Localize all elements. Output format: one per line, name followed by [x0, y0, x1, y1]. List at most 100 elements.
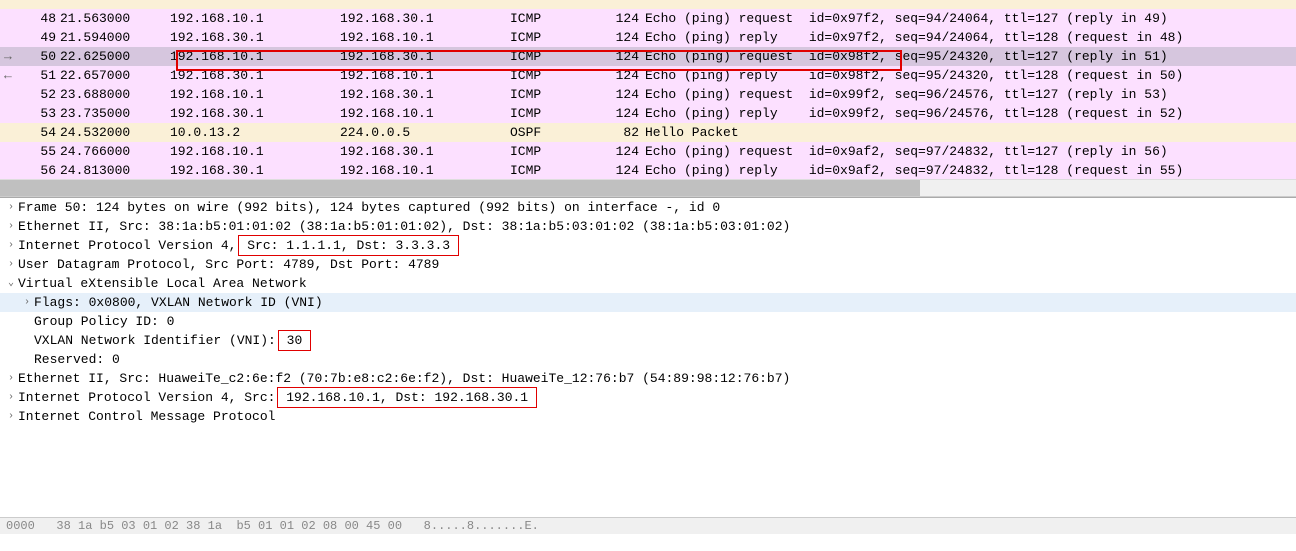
chevron-right-icon[interactable]: › — [4, 388, 18, 407]
packet-arrow — [0, 9, 28, 28]
packet-source: 192.168.10.1 — [170, 85, 340, 104]
packet-length: 124 — [605, 104, 645, 123]
chevron-right-icon[interactable]: › — [4, 198, 18, 217]
packet-no: 54 — [28, 123, 60, 142]
packet-list-hscroll[interactable] — [0, 179, 1296, 196]
packet-destination: 192.168.10.1 — [340, 28, 510, 47]
packet-time: 23.688000 — [60, 85, 170, 104]
packet-arrow — [0, 161, 28, 180]
detail-icmp[interactable]: ›Internet Control Message Protocol — [0, 407, 1296, 426]
packet-length: 82 — [605, 123, 645, 142]
packet-time: 22.625000 — [60, 47, 170, 66]
packet-time: 24.532000 — [60, 123, 170, 142]
packet-row[interactable]: 5424.53200010.0.13.2224.0.0.5OSPF82Hello… — [0, 123, 1296, 142]
packet-source: 192.168.10.1 — [170, 142, 340, 161]
packet-protocol: ICMP — [510, 66, 605, 85]
detail-vxlan[interactable]: ⌄Virtual eXtensible Local Area Network — [0, 274, 1296, 293]
packet-no: 51 — [28, 66, 60, 85]
scrollbar-thumb[interactable] — [0, 180, 920, 196]
packet-no: 50 — [28, 47, 60, 66]
packet-source: 192.168.30.1 — [170, 161, 340, 180]
packet-no: 49 — [28, 28, 60, 47]
packet-protocol: ICMP — [510, 28, 605, 47]
packet-no: 52 — [28, 85, 60, 104]
packet-destination: 192.168.30.1 — [340, 47, 510, 66]
chevron-right-icon[interactable]: › — [4, 236, 18, 255]
chevron-right-icon[interactable]: › — [4, 369, 18, 388]
packet-row[interactable]: 4921.594000192.168.30.1192.168.10.1ICMP1… — [0, 28, 1296, 47]
packet-row[interactable]: 5624.813000192.168.30.1192.168.10.1ICMP1… — [0, 161, 1296, 180]
packet-info: Echo (ping) request id=0x99f2, seq=96/24… — [645, 85, 1296, 104]
detail-vxlan-vni[interactable]: VXLAN Network Identifier (VNI): 30 — [0, 331, 1296, 350]
packet-row[interactable]: 5524.766000192.168.10.1192.168.30.1ICMP1… — [0, 142, 1296, 161]
packet-length: 124 — [605, 142, 645, 161]
packet-destination: 192.168.30.1 — [340, 9, 510, 28]
packet-protocol: OSPF — [510, 123, 605, 142]
packet-destination: 192.168.30.1 — [340, 85, 510, 104]
packet-length: 124 — [605, 66, 645, 85]
packet-destination: 192.168.10.1 — [340, 66, 510, 85]
packet-arrow: → — [0, 47, 28, 66]
packet-destination: 192.168.10.1 — [340, 104, 510, 123]
hex-dump-bar: 0000 38 1a b5 03 01 02 38 1a b5 01 01 02… — [0, 517, 1296, 534]
packet-length: 124 — [605, 47, 645, 66]
packet-info: Echo (ping) reply id=0x98f2, seq=95/2432… — [645, 66, 1296, 85]
chevron-right-icon[interactable]: › — [4, 217, 18, 236]
detail-eth-inner[interactable]: ›Ethernet II, Src: HuaweiTe_c2:6e:f2 (70… — [0, 369, 1296, 388]
chevron-right-icon[interactable]: › — [20, 293, 34, 312]
packet-time: 24.766000 — [60, 142, 170, 161]
packet-protocol: ICMP — [510, 9, 605, 28]
packet-protocol: ICMP — [510, 104, 605, 123]
packet-source: 192.168.30.1 — [170, 66, 340, 85]
detail-udp[interactable]: ›User Datagram Protocol, Src Port: 4789,… — [0, 255, 1296, 274]
chevron-right-icon[interactable]: › — [4, 255, 18, 274]
detail-ip-outer[interactable]: ›Internet Protocol Version 4, Src: 1.1.1… — [0, 236, 1296, 255]
packet-destination: 224.0.0.5 — [340, 123, 510, 142]
packet-info: Hello Packet — [645, 123, 1296, 142]
packet-length: 124 — [605, 28, 645, 47]
packet-list-pane[interactable]: 4821.563000192.168.10.1192.168.30.1ICMP1… — [0, 0, 1296, 197]
packet-destination: 192.168.30.1 — [340, 142, 510, 161]
packet-time: 22.657000 — [60, 66, 170, 85]
packet-time: 24.813000 — [60, 161, 170, 180]
chevron-down-icon[interactable]: ⌄ — [4, 274, 18, 293]
packet-info: Echo (ping) reply id=0x97f2, seq=94/2406… — [645, 28, 1296, 47]
highlight-ip-inner: 192.168.10.1, Dst: 192.168.30.1 — [277, 387, 536, 408]
packet-row[interactable]: 4821.563000192.168.10.1192.168.30.1ICMP1… — [0, 9, 1296, 28]
packet-info: Echo (ping) reply id=0x9af2, seq=97/2483… — [645, 161, 1296, 180]
chevron-right-icon[interactable]: › — [4, 407, 18, 426]
packet-arrow: ← — [0, 66, 28, 85]
highlight-vni: 30 — [278, 330, 311, 351]
detail-frame[interactable]: ›Frame 50: 124 bytes on wire (992 bits),… — [0, 198, 1296, 217]
detail-ip-inner[interactable]: ›Internet Protocol Version 4, Src: 192.1… — [0, 388, 1296, 407]
detail-eth-outer[interactable]: ›Ethernet II, Src: 38:1a:b5:01:01:02 (38… — [0, 217, 1296, 236]
packet-row[interactable]: 5323.735000192.168.30.1192.168.10.1ICMP1… — [0, 104, 1296, 123]
packet-no: 48 — [28, 9, 60, 28]
detail-vxlan-gpid[interactable]: Group Policy ID: 0 — [0, 312, 1296, 331]
packet-protocol: ICMP — [510, 85, 605, 104]
packet-no: 55 — [28, 142, 60, 161]
packet-source: 10.0.13.2 — [170, 123, 340, 142]
packet-source: 192.168.30.1 — [170, 28, 340, 47]
packet-arrow — [0, 28, 28, 47]
packet-protocol: ICMP — [510, 47, 605, 66]
packet-row[interactable] — [0, 0, 1296, 9]
packet-time: 21.594000 — [60, 28, 170, 47]
packet-source: 192.168.30.1 — [170, 104, 340, 123]
packet-no: 56 — [28, 161, 60, 180]
packet-source: 192.168.10.1 — [170, 9, 340, 28]
detail-vxlan-reserved[interactable]: Reserved: 0 — [0, 350, 1296, 369]
packet-details-pane[interactable]: ›Frame 50: 124 bytes on wire (992 bits),… — [0, 197, 1296, 517]
packet-info: Echo (ping) request id=0x9af2, seq=97/24… — [645, 142, 1296, 161]
packet-protocol: ICMP — [510, 142, 605, 161]
packet-row[interactable]: ←5122.657000192.168.30.1192.168.10.1ICMP… — [0, 66, 1296, 85]
packet-length: 124 — [605, 161, 645, 180]
packet-arrow — [0, 123, 28, 142]
detail-vxlan-flags[interactable]: ›Flags: 0x0800, VXLAN Network ID (VNI) — [0, 293, 1296, 312]
packet-row[interactable]: 5223.688000192.168.10.1192.168.30.1ICMP1… — [0, 85, 1296, 104]
packet-protocol: ICMP — [510, 161, 605, 180]
packet-info: Echo (ping) request id=0x98f2, seq=95/24… — [645, 47, 1296, 66]
packet-time: 21.563000 — [60, 9, 170, 28]
packet-no: 53 — [28, 104, 60, 123]
packet-row[interactable]: →5022.625000192.168.10.1192.168.30.1ICMP… — [0, 47, 1296, 66]
